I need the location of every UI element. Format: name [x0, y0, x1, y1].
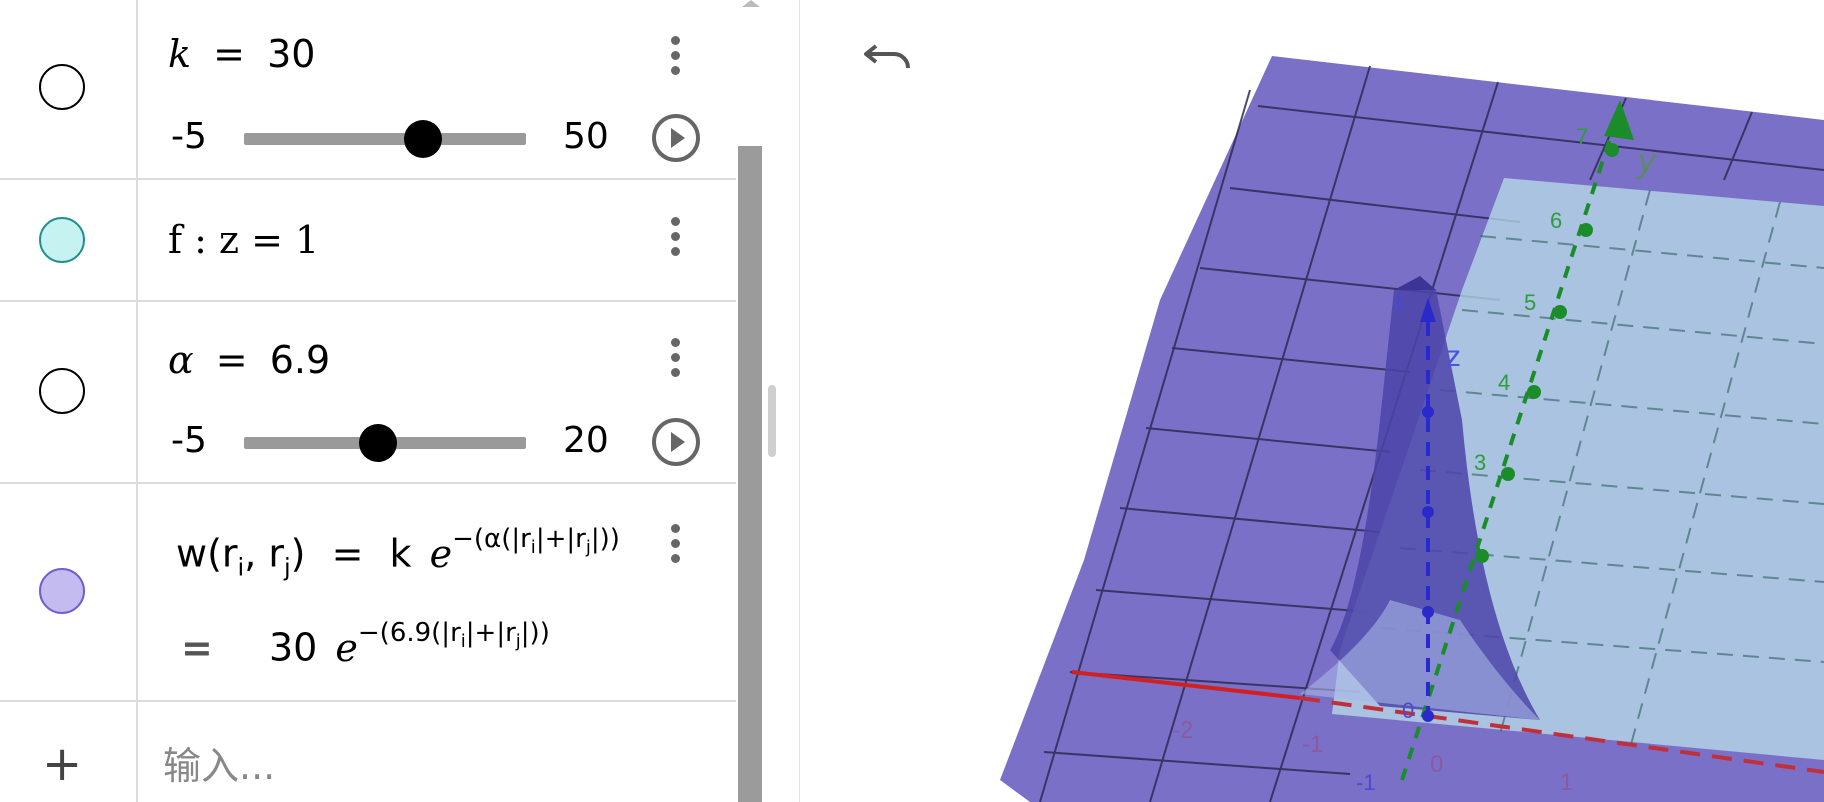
scroll-up-arrow-icon[interactable]	[742, 0, 760, 7]
graphics-3d-canvas[interactable]: y z 7 6 5 4 3 4 0 -1 -2 -1 0 1	[802, 0, 1824, 802]
slider-handle-alpha[interactable]	[359, 424, 398, 462]
visibility-toggle-w[interactable]	[39, 568, 85, 614]
graphics-3d-view[interactable]: y z 7 6 5 4 3 4 0 -1 -2 -1 0 1	[802, 0, 1824, 802]
visibility-toggle-alpha[interactable]	[39, 368, 85, 414]
var-name-alpha: α	[168, 338, 194, 382]
w-result-coef: 30	[268, 625, 318, 670]
svg-text:1: 1	[1560, 769, 1573, 796]
visibility-toggle-f[interactable]	[39, 217, 85, 263]
svg-text:6: 6	[1550, 208, 1562, 233]
more-options-f-icon[interactable]	[664, 217, 686, 265]
svg-text:-1: -1	[1356, 770, 1376, 795]
add-item-plus-icon[interactable]: +	[42, 740, 82, 788]
svg-text:0: 0	[1402, 698, 1414, 723]
y-axis-label: y	[1636, 142, 1657, 180]
definition-f[interactable]: f : z = 1	[168, 218, 319, 262]
svg-text:-2: -2	[1172, 717, 1193, 744]
definition-alpha[interactable]: α = 6.9	[168, 338, 330, 382]
svg-text:7: 7	[1576, 124, 1588, 149]
more-options-k-icon[interactable]	[664, 36, 686, 84]
svg-text:3: 3	[1474, 450, 1486, 475]
w-sub-j: j	[283, 553, 291, 582]
result-equals-sign: =	[181, 625, 213, 670]
undo-icon[interactable]	[862, 36, 918, 76]
slider-track-k[interactable]	[244, 133, 526, 145]
equals-sign: =	[331, 531, 364, 576]
svg-text:4: 4	[1498, 370, 1510, 395]
w-result-exp-end: |))	[520, 618, 550, 648]
w-close: )	[290, 531, 306, 576]
w-exponent-start: −(α(|r	[452, 524, 531, 554]
w-coef: k	[389, 531, 412, 576]
scrollbar[interactable]	[738, 146, 762, 802]
algebra-view: k = 30 -5 50 f : z = 1 α = 6.9 -5 20 w(r…	[0, 0, 800, 802]
visibility-toggle-k[interactable]	[39, 64, 85, 110]
algebra-item-w[interactable]: w(ri, rj) = k e−(α(|ri|+|rj|)) = 30 e−(6…	[0, 484, 736, 702]
svg-text:-1: -1	[1302, 731, 1323, 758]
algebra-item-k[interactable]: k = 30 -5 50	[0, 0, 736, 180]
slider-max-k: 50	[563, 116, 609, 157]
z-axis-label: z	[1446, 340, 1461, 373]
more-options-alpha-icon[interactable]	[664, 338, 686, 386]
more-options-w-icon[interactable]	[664, 524, 686, 572]
euler-e: e	[335, 625, 358, 670]
definition-w[interactable]: w(ri, rj) = k e−(α(|ri|+|rj|))	[176, 524, 620, 582]
equals-sign: =	[215, 338, 248, 382]
output-w: = 30 e−(6.9(|ri|+|rj|))	[181, 618, 550, 670]
w-lhs: w(r	[176, 531, 238, 576]
slider-min-alpha: -5	[171, 420, 207, 461]
value-k: 30	[267, 32, 316, 76]
var-name-k: k	[168, 32, 192, 76]
svg-text:4: 4	[1392, 290, 1404, 315]
w-result-exp-mid: |+|r	[465, 618, 516, 648]
algebra-item-alpha[interactable]: α = 6.9 -5 20	[0, 302, 736, 484]
panel-divider[interactable]	[799, 0, 800, 802]
euler-e: e	[429, 531, 453, 576]
slider-handle-k[interactable]	[404, 120, 443, 158]
play-animation-k-icon[interactable]	[651, 113, 701, 163]
panel-resize-handle[interactable]	[768, 385, 776, 457]
slider-max-alpha: 20	[563, 420, 609, 461]
svg-text:0: 0	[1430, 751, 1443, 778]
w-exp-end: |))	[590, 524, 620, 554]
algebra-item-f[interactable]: f : z = 1	[0, 180, 736, 302]
w-result-exponent-start: −(6.9(|r	[357, 618, 461, 648]
svg-text:5: 5	[1524, 290, 1536, 315]
equals-sign: =	[213, 32, 245, 76]
play-animation-alpha-icon[interactable]	[651, 417, 701, 467]
value-alpha: 6.9	[269, 338, 331, 382]
slider-min-k: -5	[171, 116, 207, 157]
w-exp-mid: |+|r	[535, 524, 586, 554]
w-comma: , r	[244, 531, 284, 576]
definition-k[interactable]: k = 30	[168, 32, 315, 76]
algebra-input[interactable]: 输入...	[163, 735, 275, 790]
